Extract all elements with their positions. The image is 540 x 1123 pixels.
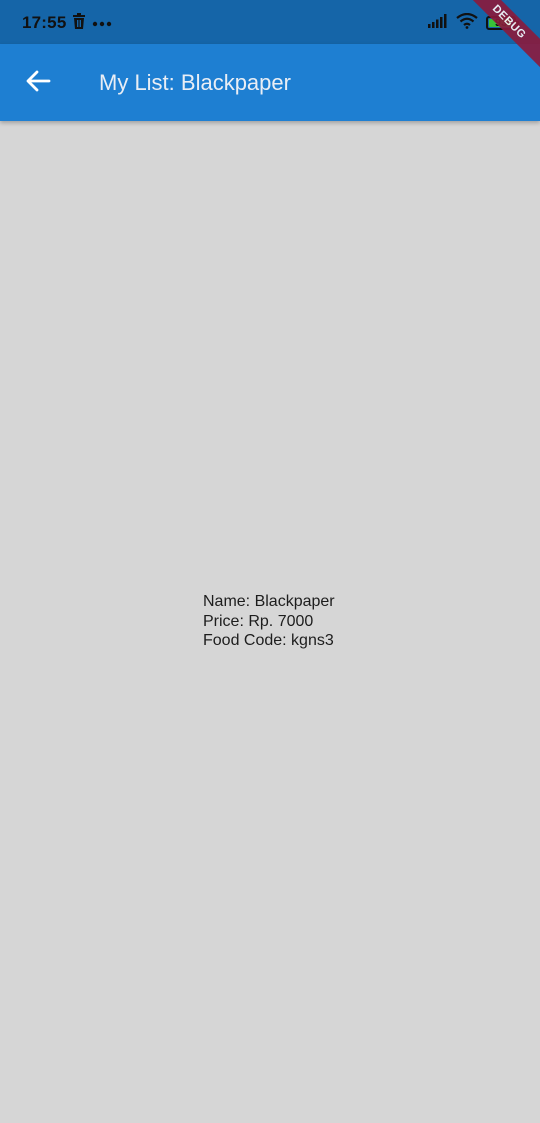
status-time: 17:55 (22, 13, 67, 32)
item-price: Price: Rp. 7000 (203, 612, 314, 630)
more-dots-icon (92, 14, 112, 32)
item-food-code: Food Code: kgns3 (203, 632, 334, 649)
trash-icon (72, 12, 86, 34)
wifi-icon (456, 12, 478, 34)
status-bar: 17:55 (0, 0, 540, 44)
back-button[interactable] (18, 63, 58, 103)
page-title: My List: Blackpaper (99, 70, 291, 95)
item-name: Name: Blackpaper (203, 593, 335, 610)
app-bar: My List: Blackpaper (0, 44, 540, 121)
status-left: 17:55 (22, 12, 112, 34)
item-details: Name: Blackpaper Price: Rp. 7000 Food Co… (203, 592, 335, 651)
signal-icon (428, 13, 448, 33)
arrow-back-icon (25, 69, 51, 98)
